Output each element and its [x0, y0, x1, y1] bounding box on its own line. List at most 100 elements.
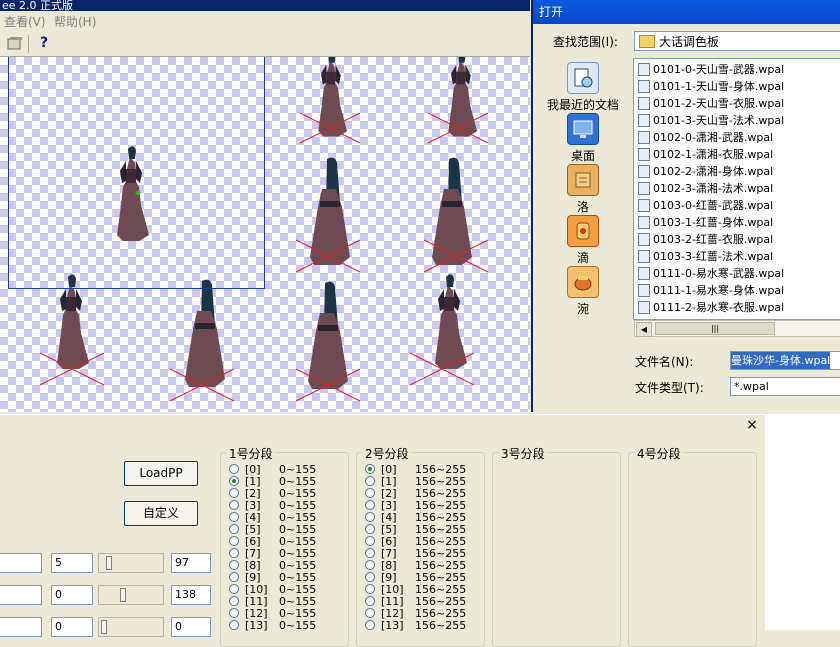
segment-radio[interactable]: [7] 156~255 [365, 547, 466, 560]
radio-button[interactable] [365, 500, 375, 510]
segment-radio[interactable]: [7] 0~155 [229, 547, 316, 560]
segment-radio[interactable]: [11] 0~155 [229, 595, 316, 608]
segment-radio[interactable]: [12] 156~255 [365, 607, 466, 620]
place-scroll[interactable]: 洛 [541, 164, 625, 215]
slider-thumb[interactable] [119, 588, 126, 602]
value-slider[interactable] [98, 553, 164, 573]
file-item[interactable]: 0102-3-潇湘-法术.wpal [638, 180, 773, 197]
file-item[interactable]: 0111-1-易水寒-身体.wpal [638, 282, 784, 299]
selection-frame[interactable] [8, 57, 265, 289]
radio-button[interactable] [365, 596, 375, 606]
slider-thumb[interactable] [101, 620, 107, 634]
value-b-field[interactable]: 97 [171, 553, 211, 573]
place-pot[interactable]: 涴 [541, 266, 625, 317]
file-item[interactable]: 0102-1-潇湘-衣服.wpal [638, 146, 773, 163]
file-item[interactable]: 0103-1-红蔷-身体.wpal [638, 214, 773, 231]
segment-radio[interactable]: [1] 156~255 [365, 475, 466, 488]
slider-thumb[interactable] [106, 556, 113, 570]
radio-button[interactable] [229, 464, 239, 474]
scroll-left-icon[interactable]: ◀ [636, 322, 652, 337]
value-b-field[interactable]: 138 [171, 585, 211, 605]
help-icon[interactable]: ? [35, 34, 53, 52]
file-item[interactable]: 0101-3-天山雪-法术.wpal [638, 112, 784, 129]
segment-radio[interactable]: [4] 156~255 [365, 511, 466, 524]
menu-help[interactable]: 帮助(H) [54, 13, 96, 30]
value-slider[interactable] [98, 585, 164, 605]
file-item[interactable]: 0101-1-天山雪-身体.wpal [638, 78, 784, 95]
radio-button[interactable] [229, 608, 239, 618]
radio-button[interactable] [365, 572, 375, 582]
value-a-field[interactable]: 0 [51, 617, 93, 637]
file-item[interactable]: 0101-2-天山雪-衣服.wpal [638, 95, 784, 112]
radio-button[interactable] [229, 476, 239, 486]
radio-button[interactable] [365, 476, 375, 486]
file-item[interactable]: 0102-2-潇湘-身体.wpal [638, 163, 773, 180]
segment-radio[interactable]: [0] 156~255 [365, 463, 466, 476]
file-item[interactable]: 0102-0-潇湘-武器.wpal [638, 129, 773, 146]
look-in-dropdown[interactable]: 大话调色板 [634, 31, 840, 51]
segment-radio[interactable]: [2] 0~155 [229, 487, 316, 500]
radio-button[interactable] [229, 524, 239, 534]
segment-radio[interactable]: [10] 156~255 [365, 583, 466, 596]
segment-radio[interactable]: [13] 0~155 [229, 619, 316, 632]
segment-radio[interactable]: [6] 156~255 [365, 535, 466, 548]
file-type-select[interactable]: *.wpal [730, 377, 840, 396]
radio-button[interactable] [365, 512, 375, 522]
radio-button[interactable] [229, 584, 239, 594]
radio-button[interactable] [365, 620, 375, 630]
radio-button[interactable] [365, 548, 375, 558]
file-list[interactable]: 0101-0-天山雪-武器.wpal 0101-1-天山雪-身体.wpal 0101… [633, 58, 840, 320]
segment-radio[interactable]: [3] 0~155 [229, 499, 316, 512]
radio-button[interactable] [365, 524, 375, 534]
radio-button[interactable] [229, 620, 239, 630]
value-slider[interactable] [98, 617, 164, 637]
segment-radio[interactable]: [5] 156~255 [365, 523, 466, 536]
segment-radio[interactable]: [8] 0~155 [229, 559, 316, 572]
radio-button[interactable] [229, 536, 239, 546]
radio-button[interactable] [229, 572, 239, 582]
radio-button[interactable] [365, 464, 375, 474]
radio-button[interactable] [229, 560, 239, 570]
custom-button[interactable]: 自定义 [124, 501, 198, 526]
segment-radio[interactable]: [13] 156~255 [365, 619, 466, 632]
scroll-thumb[interactable]: ||| [655, 322, 775, 335]
file-item[interactable]: 0111-2-易水寒-衣服.wpal [638, 299, 784, 316]
file-item[interactable]: 0111-0-易水寒-武器.wpal [638, 265, 784, 282]
file-name-input[interactable]: 曼珠沙华-身体.wpal [730, 351, 840, 370]
value-field-left[interactable] [0, 617, 42, 637]
segment-radio[interactable]: [0] 0~155 [229, 463, 316, 476]
value-a-field[interactable]: 5 [51, 553, 93, 573]
file-item[interactable]: 0101-0-天山雪-武器.wpal [638, 61, 784, 78]
value-a-field[interactable]: 0 [51, 585, 93, 605]
segment-radio[interactable]: [5] 0~155 [229, 523, 316, 536]
radio-button[interactable] [365, 536, 375, 546]
segment-radio[interactable]: [2] 156~255 [365, 487, 466, 500]
segment-radio[interactable]: [4] 0~155 [229, 511, 316, 524]
radio-button[interactable] [365, 488, 375, 498]
place-desktop[interactable]: 桌面 [541, 113, 625, 164]
menu-view[interactable]: 查看(V) [4, 13, 46, 30]
file-item[interactable]: 0103-0-红蔷-武器.wpal [638, 197, 773, 214]
place-lamp[interactable]: 滴 [541, 215, 625, 266]
radio-button[interactable] [229, 488, 239, 498]
value-field-left[interactable] [0, 585, 42, 605]
value-b-field[interactable]: 0 [171, 617, 211, 637]
segment-radio[interactable]: [3] 156~255 [365, 499, 466, 512]
file-item[interactable]: 0103-3-红蔷-法术.wpal [638, 248, 773, 265]
radio-button[interactable] [365, 584, 375, 594]
segment-radio[interactable]: [8] 156~255 [365, 559, 466, 572]
radio-button[interactable] [229, 512, 239, 522]
segment-radio[interactable]: [12] 0~155 [229, 607, 316, 620]
segment-radio[interactable]: [9] 0~155 [229, 571, 316, 584]
radio-button[interactable] [365, 608, 375, 618]
radio-button[interactable] [229, 548, 239, 558]
segment-radio[interactable]: [10] 0~155 [229, 583, 316, 596]
file-item[interactable]: 0103-2-红蔷-衣服.wpal [638, 231, 773, 248]
loadpp-button[interactable]: LoadPP [124, 461, 198, 486]
radio-button[interactable] [229, 596, 239, 606]
segment-radio[interactable]: [1] 0~155 [229, 475, 316, 488]
value-field-left[interactable] [0, 553, 42, 573]
segment-radio[interactable]: [9] 156~255 [365, 571, 466, 584]
segment-radio[interactable]: [6] 0~155 [229, 535, 316, 548]
radio-button[interactable] [229, 500, 239, 510]
